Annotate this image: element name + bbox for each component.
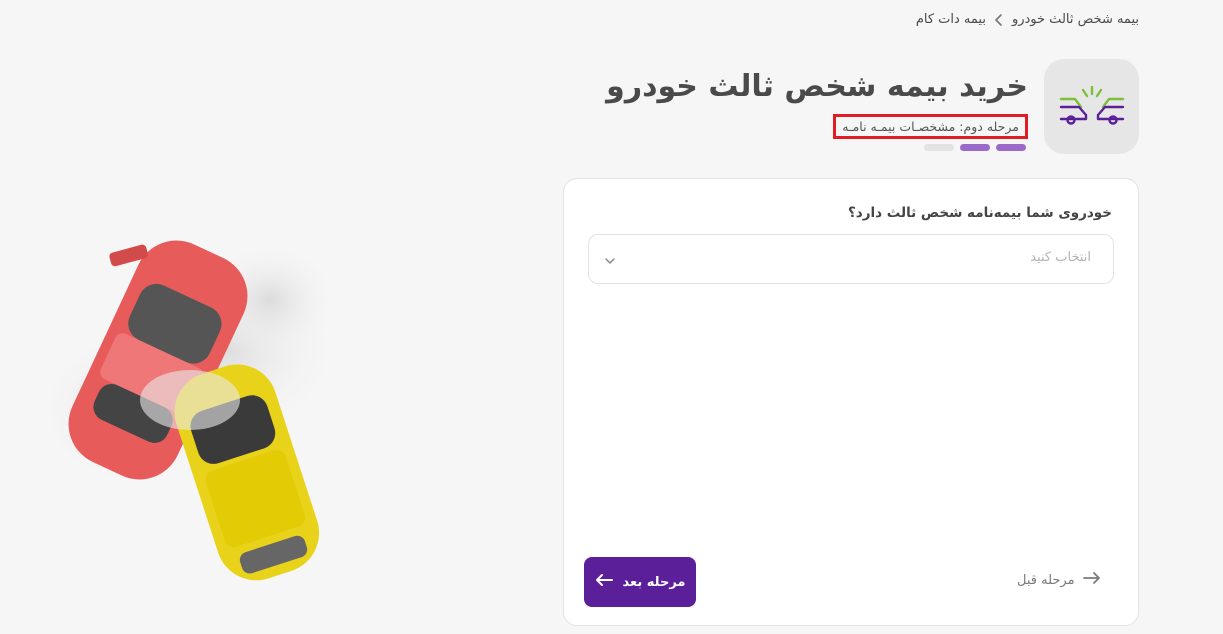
car-crash-illustration xyxy=(20,220,370,600)
previous-step-label: مرحله قبل xyxy=(1017,572,1075,588)
insurance-question-label: خودروی شما بیمه‌نامه شخص ثالث دارد؟ xyxy=(847,205,1112,221)
progress-step-2 xyxy=(960,144,990,151)
breadcrumb-home-link[interactable]: بیمه دات کام xyxy=(916,12,986,27)
step-progress xyxy=(924,144,1026,151)
arrow-left-icon xyxy=(595,573,613,591)
progress-step-1 xyxy=(996,144,1026,151)
insurance-status-select[interactable]: انتخاب کنید xyxy=(588,234,1114,284)
page-title: خرید بیمه شخص ثالث خودرو xyxy=(606,69,1028,104)
previous-step-button[interactable]: مرحله قبل xyxy=(1017,571,1101,589)
form-card: خودروی شما بیمه‌نامه شخص ثالث دارد؟ انتخ… xyxy=(563,178,1139,626)
select-placeholder: انتخاب کنید xyxy=(1030,250,1091,265)
product-logo xyxy=(1044,59,1139,154)
chevron-left-icon xyxy=(992,13,1006,27)
next-step-label: مرحله بعد xyxy=(622,574,686,590)
arrow-right-icon xyxy=(1082,571,1101,589)
breadcrumb: بیمه دات کام بیمه شخص ثالث خودرو xyxy=(916,12,1139,27)
next-step-button[interactable]: مرحله بعد xyxy=(584,557,696,607)
chevron-down-icon xyxy=(603,253,617,267)
breadcrumb-current-link[interactable]: بیمه شخص ثالث خودرو xyxy=(1012,12,1139,27)
car-crash-icon xyxy=(1059,85,1125,129)
progress-step-3 xyxy=(924,144,954,151)
page-header: خرید بیمه شخص ثالث خودرو مرحله دوم: مشخص… xyxy=(606,59,1139,154)
title-block: خرید بیمه شخص ثالث خودرو مرحله دوم: مشخص… xyxy=(606,59,1028,151)
step-subtitle: مرحله دوم: مشخصـات بیمـه نامـه xyxy=(833,114,1028,139)
